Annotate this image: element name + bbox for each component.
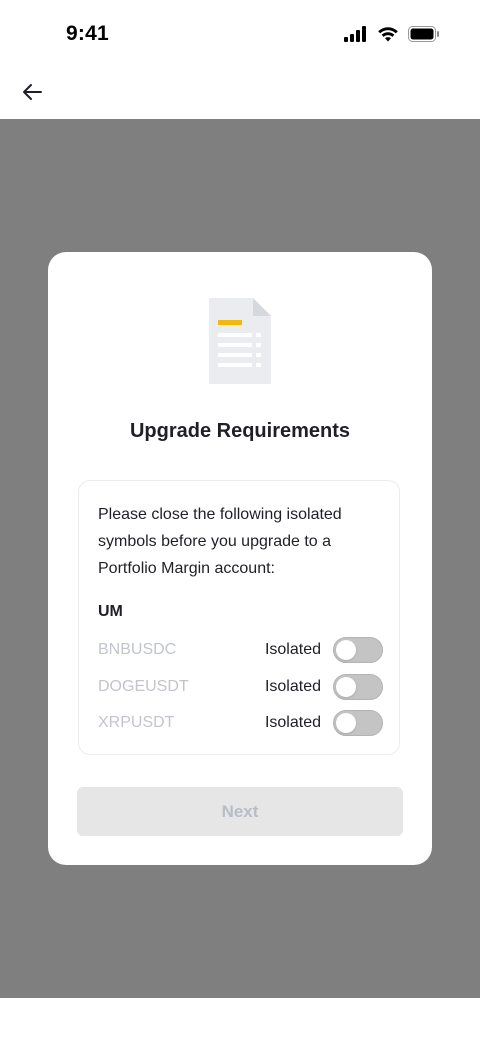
toggle-knob (336, 713, 356, 733)
next-button[interactable]: Next (77, 787, 403, 836)
modal-title: Upgrade Requirements (129, 420, 351, 442)
cellular-signal-icon (344, 25, 368, 47)
symbol-row: BNBUSDC Isolated (98, 637, 383, 665)
isolated-toggle[interactable] (333, 710, 383, 736)
bottom-area (0, 998, 480, 1040)
status-time: 9:41 (66, 22, 109, 45)
toggle-knob (336, 677, 356, 697)
status-bar: 9:41 (0, 0, 480, 70)
back-button[interactable] (14, 78, 50, 110)
symbol-name: DOGEUSDT (98, 678, 189, 695)
document-icon (207, 296, 273, 386)
symbol-name: XRPUSDT (98, 714, 175, 731)
toggle-knob (336, 640, 356, 660)
wifi-icon (377, 26, 399, 47)
symbol-row: DOGEUSDT Isolated (98, 674, 383, 702)
battery-icon (408, 25, 440, 47)
top-nav (0, 70, 480, 119)
requirements-box: Please close the following isolated symb… (78, 480, 400, 755)
margin-mode-label: Isolated (264, 678, 321, 695)
margin-mode-label: Isolated (264, 641, 321, 658)
requirements-message: Please close the following isolated symb… (98, 506, 342, 577)
isolated-toggle[interactable] (333, 674, 383, 700)
isolated-toggle[interactable] (333, 637, 383, 663)
arrow-left-icon (21, 83, 43, 106)
symbol-row: XRPUSDT Isolated (98, 710, 383, 738)
upgrade-requirements-modal: Upgrade Requirements Please close the fo… (48, 252, 432, 865)
symbol-name: BNBUSDC (98, 641, 177, 658)
margin-mode-label: Isolated (264, 714, 321, 731)
section-label-um: UM (98, 603, 123, 620)
status-icons (344, 25, 440, 47)
